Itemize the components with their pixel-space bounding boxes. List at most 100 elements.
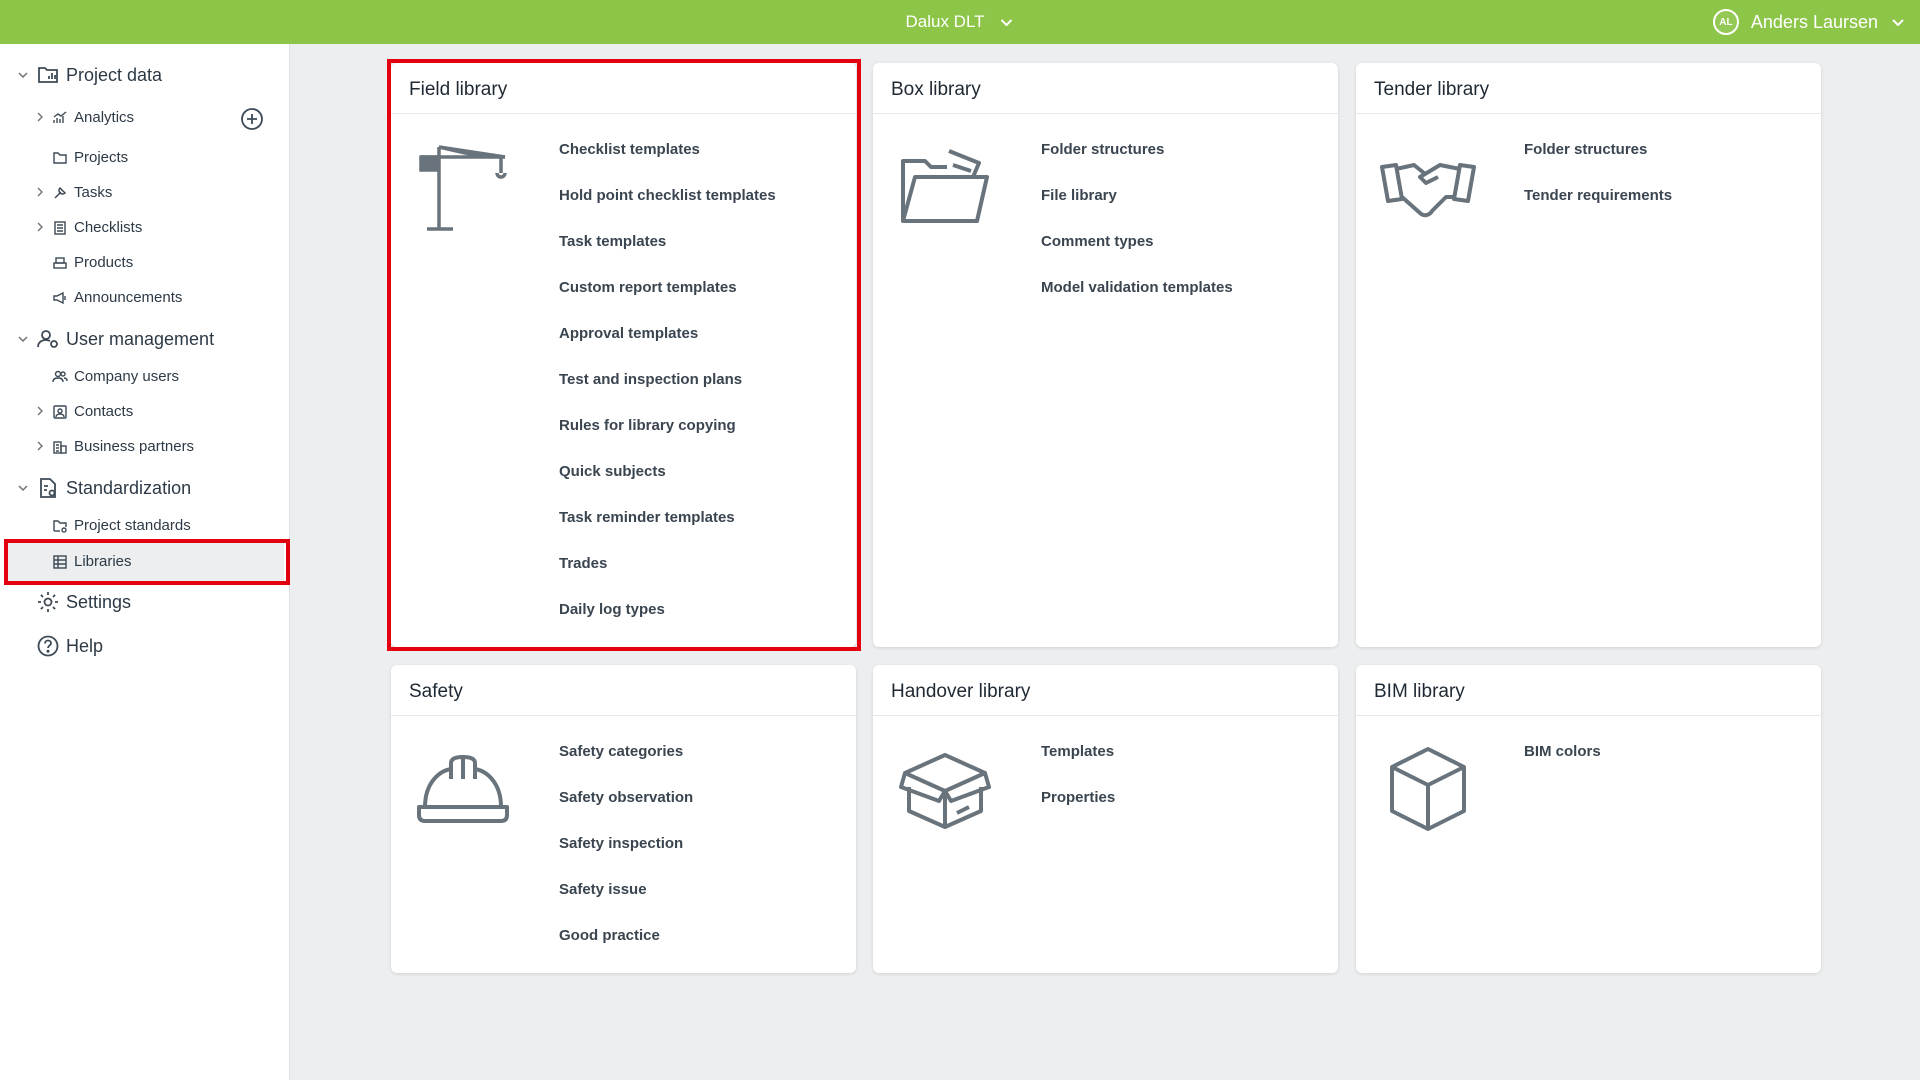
library-link[interactable]: Model validation templates: [1041, 279, 1233, 325]
card-divider: [873, 715, 1338, 716]
card-field-library: Field library Checklist templates Hold p…: [391, 63, 856, 647]
sidebar-item-settings[interactable]: Settings: [0, 584, 290, 620]
sidebar-item-checklists[interactable]: Checklists: [0, 213, 290, 243]
library-link[interactable]: Test and inspection plans: [559, 371, 776, 417]
sidebar-item-libraries[interactable]: Libraries: [8, 543, 284, 581]
avatar: AL: [1712, 9, 1739, 35]
cube-icon: [1390, 747, 1466, 831]
users-icon: [52, 369, 68, 385]
sidebar-item-label: Projects: [74, 149, 129, 166]
card-divider: [1356, 715, 1821, 716]
project-name: Dalux DLT: [905, 12, 985, 31]
chevron-down-icon: [1000, 19, 1013, 27]
sidebar-item-label: Products: [74, 254, 134, 271]
chevron-right-icon: [37, 187, 43, 197]
sidebar: Project data Analytics Projects Tasks Ch…: [0, 44, 290, 1080]
document-gear-icon: [36, 476, 60, 500]
sidebar-group-label: Standardization: [66, 478, 192, 498]
sidebar-group-standardization[interactable]: Standardization: [0, 470, 290, 506]
handshake-icon: [1380, 163, 1476, 218]
library-link[interactable]: BIM colors: [1524, 743, 1601, 789]
library-link[interactable]: Properties: [1041, 789, 1115, 835]
help-icon: [36, 634, 60, 658]
card-links: Folder structures Tender requirements: [1524, 141, 1672, 233]
library-link[interactable]: Comment types: [1041, 233, 1233, 279]
library-link[interactable]: Safety issue: [559, 881, 693, 927]
megaphone-icon: [52, 290, 68, 306]
library-link[interactable]: Safety categories: [559, 743, 693, 789]
sidebar-item-contacts[interactable]: Contacts: [0, 397, 290, 427]
analytics-icon: [52, 110, 68, 126]
card-box-library: Box library Folder structures File libra…: [873, 63, 1338, 647]
library-link[interactable]: Custom report templates: [559, 279, 776, 325]
card-title: Safety: [409, 681, 463, 702]
project-data-icon: [36, 63, 60, 87]
library-link[interactable]: Daily log types: [559, 601, 776, 647]
library-link[interactable]: Folder structures: [1041, 141, 1233, 187]
sidebar-item-business-partners[interactable]: Business partners: [0, 432, 290, 462]
products-icon: [52, 255, 68, 271]
checklist-icon: [52, 220, 68, 236]
sidebar-item-help[interactable]: Help: [0, 628, 290, 664]
card-divider: [391, 113, 856, 114]
sidebar-item-label: Tasks: [74, 184, 113, 201]
library-link[interactable]: Checklist templates: [559, 141, 776, 187]
card-title: Handover library: [891, 681, 1031, 702]
sidebar-item-products[interactable]: Products: [0, 248, 290, 278]
user-gear-icon: [36, 327, 60, 351]
card-links: Folder structures File library Comment t…: [1041, 141, 1233, 325]
sidebar-item-announcements[interactable]: Announcements: [0, 283, 290, 313]
card-links: BIM colors: [1524, 743, 1601, 789]
library-link[interactable]: Good practice: [559, 927, 693, 973]
folder-settings-icon: [52, 518, 68, 534]
card-links: Templates Properties: [1041, 743, 1115, 835]
card-handover-library: Handover library Templates Properties: [873, 665, 1338, 973]
contact-card-icon: [52, 404, 68, 420]
library-link[interactable]: Approval templates: [559, 325, 776, 371]
card-bim-library: BIM library BIM colors: [1356, 665, 1821, 973]
chevron-right-icon: [37, 406, 43, 416]
chevron-right-icon: [37, 222, 43, 232]
library-link[interactable]: Tender requirements: [1524, 187, 1672, 233]
sidebar-item-label: Analytics: [74, 109, 135, 126]
folder-icon: [901, 149, 989, 223]
wrench-icon: [52, 185, 68, 201]
sidebar-item-label: Business partners: [74, 438, 195, 455]
library-link[interactable]: Templates: [1041, 743, 1115, 789]
sidebar-item-label: Announcements: [74, 289, 183, 306]
library-link[interactable]: Quick subjects: [559, 463, 776, 509]
library-link[interactable]: Safety observation: [559, 789, 693, 835]
library-link[interactable]: Rules for library copying: [559, 417, 776, 463]
card-divider: [391, 715, 856, 716]
sidebar-item-project-standards[interactable]: Project standards: [0, 511, 290, 541]
user-name: Anders Laursen: [1750, 11, 1878, 32]
hard-hat-icon: [417, 755, 509, 823]
library-link[interactable]: File library: [1041, 187, 1233, 233]
sidebar-item-projects[interactable]: Projects: [0, 143, 290, 173]
open-box-icon: [899, 753, 991, 829]
sidebar-group-user-management[interactable]: User management: [0, 321, 290, 357]
crane-icon: [419, 145, 507, 231]
card-title: BIM library: [1374, 681, 1465, 702]
library-link[interactable]: Hold point checklist templates: [559, 187, 776, 233]
chevron-down-icon: [18, 336, 28, 343]
library-link[interactable]: Trades: [559, 555, 776, 601]
card-links: Checklist templates Hold point checklist…: [559, 141, 776, 647]
sidebar-item-label: Contacts: [74, 403, 134, 420]
sidebar-item-label: Company users: [74, 368, 180, 385]
card-divider: [873, 113, 1338, 114]
card-title: Box library: [891, 79, 981, 100]
card-title: Tender library: [1374, 79, 1490, 100]
library-link[interactable]: Task reminder templates: [559, 509, 776, 555]
library-link[interactable]: Safety inspection: [559, 835, 693, 881]
sidebar-item-label: Project standards: [74, 517, 191, 534]
chevron-down-icon: [18, 485, 28, 492]
user-menu[interactable]: AL Anders Laursen: [1712, 0, 1906, 44]
project-selector[interactable]: Dalux DLT: [905, 0, 1014, 44]
sidebar-item-tasks[interactable]: Tasks: [0, 178, 290, 208]
library-link[interactable]: Task templates: [559, 233, 776, 279]
library-link[interactable]: Folder structures: [1524, 141, 1672, 187]
sidebar-item-company-users[interactable]: Company users: [0, 362, 290, 392]
sidebar-group-project-data[interactable]: Project data: [0, 57, 290, 93]
add-circle-icon[interactable]: [239, 106, 265, 132]
